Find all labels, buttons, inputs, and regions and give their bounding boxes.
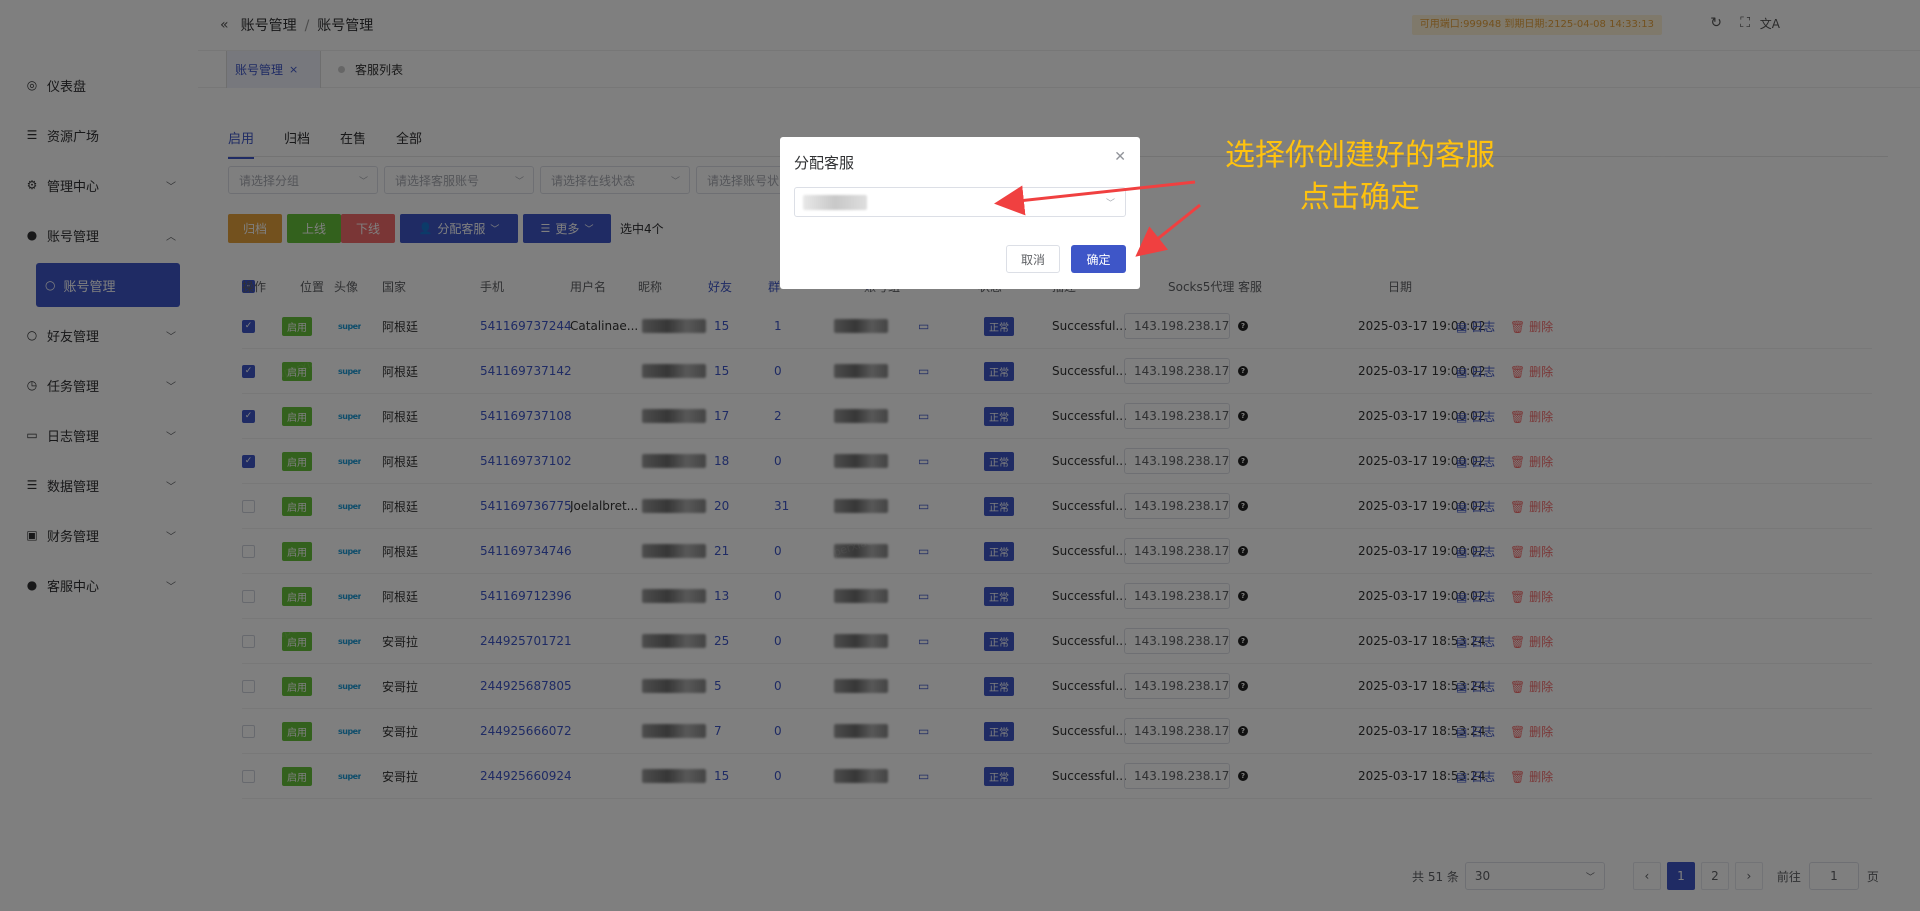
selected-service-value: [803, 195, 867, 210]
chevron-down-icon: ﹀: [1105, 199, 1115, 209]
dialog-title: 分配客服: [794, 154, 855, 172]
confirm-button[interactable]: 确定: [1071, 245, 1126, 273]
close-icon[interactable]: ✕: [1114, 149, 1126, 165]
assign-service-dialog: 分配客服 ✕ ﹀ 取消 确定: [780, 137, 1140, 289]
service-select[interactable]: ﹀: [794, 187, 1126, 217]
annotation-line-2: 点击确定: [1300, 180, 1420, 215]
annotation-text: 选择你创建好的客服 点击确定: [1190, 135, 1530, 219]
cancel-button[interactable]: 取消: [1006, 245, 1060, 273]
annotation-line-1: 选择你创建好的客服: [1225, 138, 1495, 173]
